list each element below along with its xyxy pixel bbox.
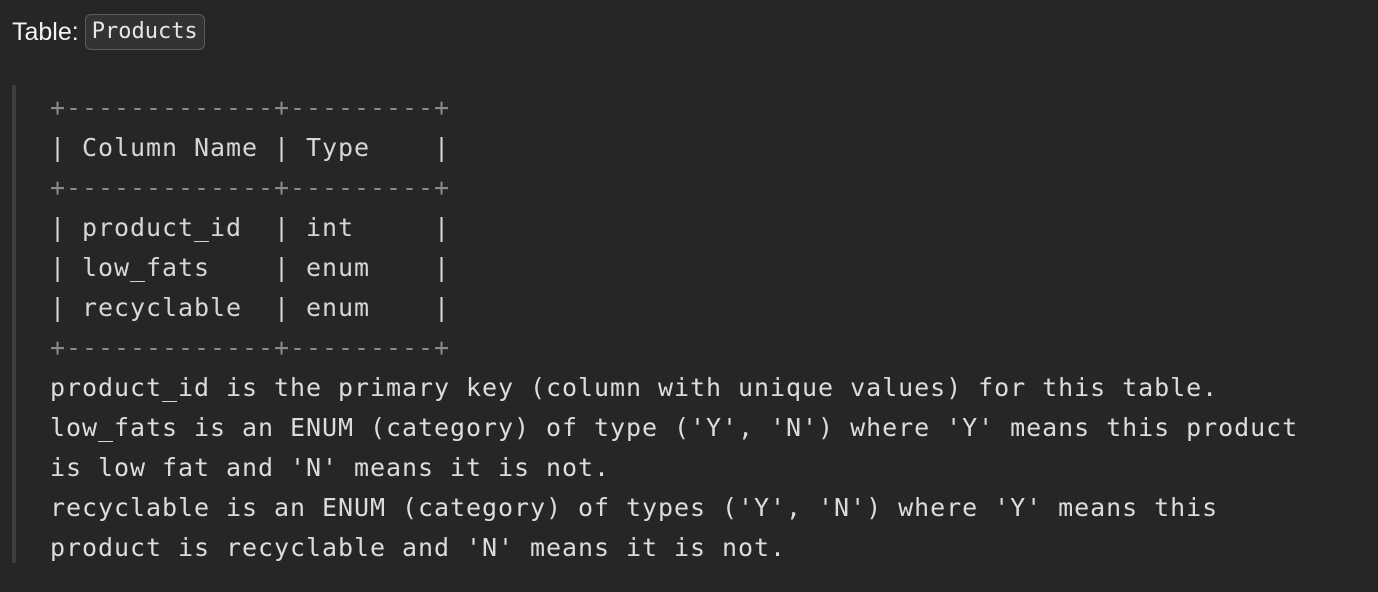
table-heading: Table: Products <box>12 13 205 51</box>
table-border-top: +-------------+---------+ <box>50 93 451 122</box>
description-line: low_fats is an ENUM (category) of type (… <box>50 413 1299 442</box>
table-row: | low_fats | enum | <box>50 253 451 282</box>
table-border-middle: +-------------+---------+ <box>50 173 451 202</box>
description-line: recyclable is an ENUM (category) of type… <box>50 493 1219 522</box>
description-line: product_id is the primary key (column wi… <box>50 373 1219 402</box>
schema-blockquote: +-------------+---------+ | Column Name … <box>12 85 1376 563</box>
table-border-bottom: +-------------+---------+ <box>50 333 451 362</box>
table-row: | recyclable | enum | <box>50 293 451 322</box>
table-header-row: | Column Name | Type | <box>50 133 451 162</box>
table-name-code: Products <box>84 14 205 50</box>
description-line: product is recyclable and 'N' means it i… <box>50 533 787 562</box>
table-heading-label: Table: <box>12 17 79 46</box>
table-row: | product_id | int | <box>50 213 451 242</box>
schema-code-block: +-------------+---------+ | Column Name … <box>50 88 1298 568</box>
description-line: is low fat and 'N' means it is not. <box>50 453 611 482</box>
